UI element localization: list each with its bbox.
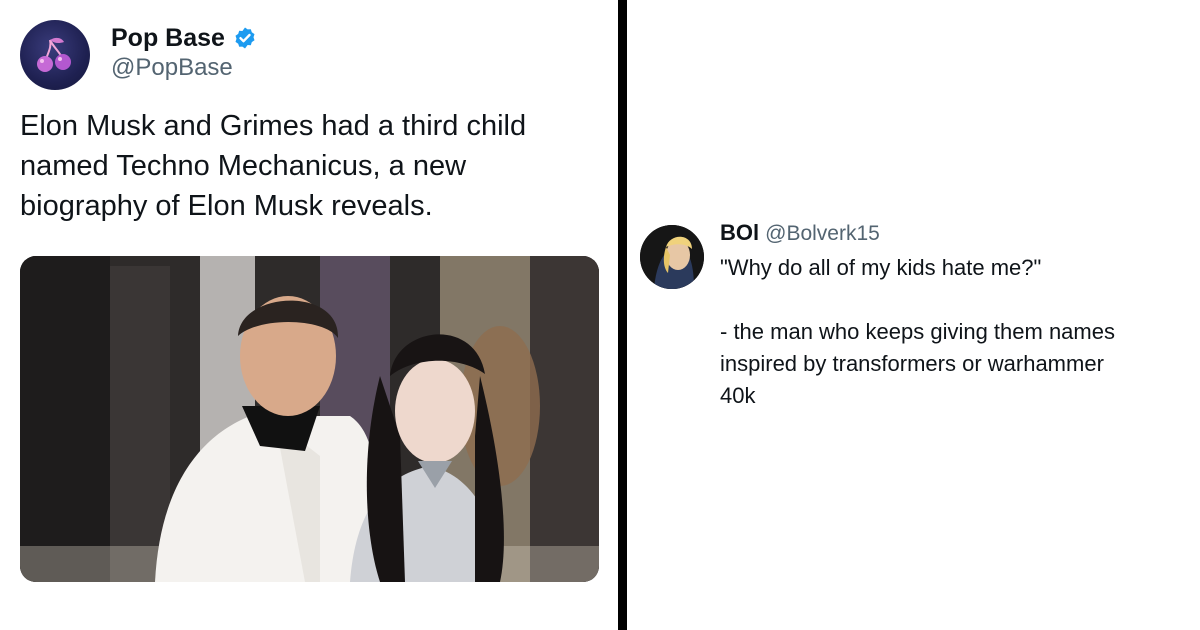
panel-divider <box>618 0 627 630</box>
tweet-text-line: biography of Elon Musk reveals. <box>20 190 433 222</box>
popbase-avatar[interactable] <box>20 20 90 90</box>
reply-text-line: 40k <box>720 383 756 408</box>
reply-author-name[interactable]: BOl <box>720 220 759 246</box>
reply-text: "Why do all of my kids hate me?" - the m… <box>720 252 1190 412</box>
tweet-text-line: Elon Musk and Grimes had a third child <box>20 110 527 142</box>
author-name[interactable]: Pop Base <box>111 24 225 53</box>
author-handle[interactable]: @PopBase <box>111 54 233 82</box>
cherries-icon <box>37 37 71 72</box>
reply-text-line: inspired by transformers or warhammer <box>720 351 1104 376</box>
bolverk-avatar[interactable] <box>640 225 704 289</box>
event-photo-image <box>20 256 599 582</box>
tweet-photo[interactable] <box>20 256 599 582</box>
verified-badge-icon <box>235 27 255 49</box>
cartoon-avatar-icon <box>640 225 704 289</box>
reply-text-blank-line <box>720 284 1190 316</box>
reply-text-line: - the man who keeps giving them names <box>720 319 1115 344</box>
tweet-text-line: named Techno Mechanicus, a new <box>20 150 467 182</box>
reply-text-line: "Why do all of my kids hate me?" <box>720 255 1042 280</box>
tweet-text: Elon Musk and Grimes had a third child n… <box>20 106 600 226</box>
reply-author-handle[interactable]: @Bolverk15 <box>765 222 880 246</box>
